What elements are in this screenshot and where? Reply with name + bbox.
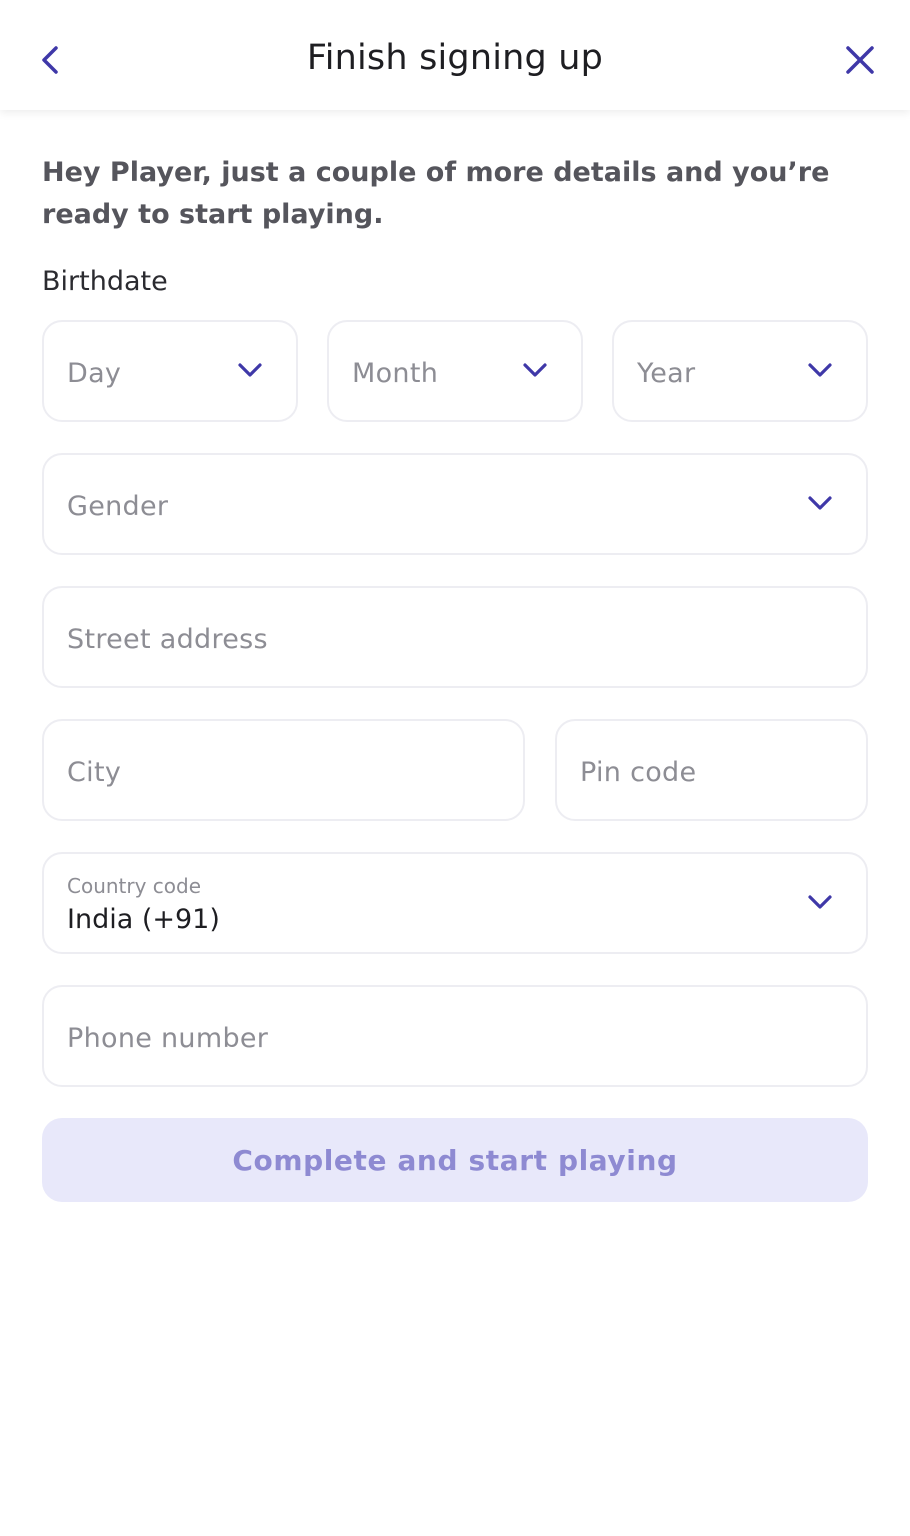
year-placeholder: Year [637, 358, 696, 389]
chevron-down-icon [808, 895, 832, 909]
complete-button[interactable]: Complete and start playing [42, 1118, 868, 1202]
chevron-down-icon [238, 363, 262, 377]
phone-number-input[interactable]: Phone number [42, 985, 868, 1087]
gender-placeholder: Gender [67, 491, 169, 522]
close-icon [846, 46, 874, 74]
month-select[interactable]: Month [327, 320, 583, 422]
page-title: Finish signing up [306, 38, 604, 78]
street-address-input[interactable]: Street address [42, 586, 868, 688]
city-input[interactable]: City [42, 719, 525, 821]
intro-text: Hey Player, just a couple of more detail… [42, 157, 830, 230]
chevron-down-icon [523, 363, 547, 377]
month-placeholder: Month [352, 358, 439, 389]
chevron-down-icon [808, 363, 832, 377]
street-address-placeholder: Street address [67, 624, 268, 655]
phone-number-placeholder: Phone number [67, 1023, 269, 1054]
close-button[interactable] [836, 38, 884, 82]
gender-select[interactable]: Gender [42, 453, 868, 555]
year-select[interactable]: Year [612, 320, 868, 422]
chevron-down-icon [808, 496, 832, 510]
country-code-select[interactable]: Country code India (+91) [42, 852, 868, 954]
pin-code-input[interactable]: Pin code [555, 719, 868, 821]
day-select[interactable]: Day [42, 320, 298, 422]
day-placeholder: Day [67, 358, 122, 389]
pin-code-placeholder: Pin code [580, 757, 697, 788]
country-code-value: India (+91) [67, 904, 220, 935]
birthdate-label: Birthdate [42, 266, 168, 297]
top-bar: Finish signing up [0, 0, 910, 110]
country-code-label: Country code [67, 874, 202, 898]
city-placeholder: City [67, 757, 122, 788]
